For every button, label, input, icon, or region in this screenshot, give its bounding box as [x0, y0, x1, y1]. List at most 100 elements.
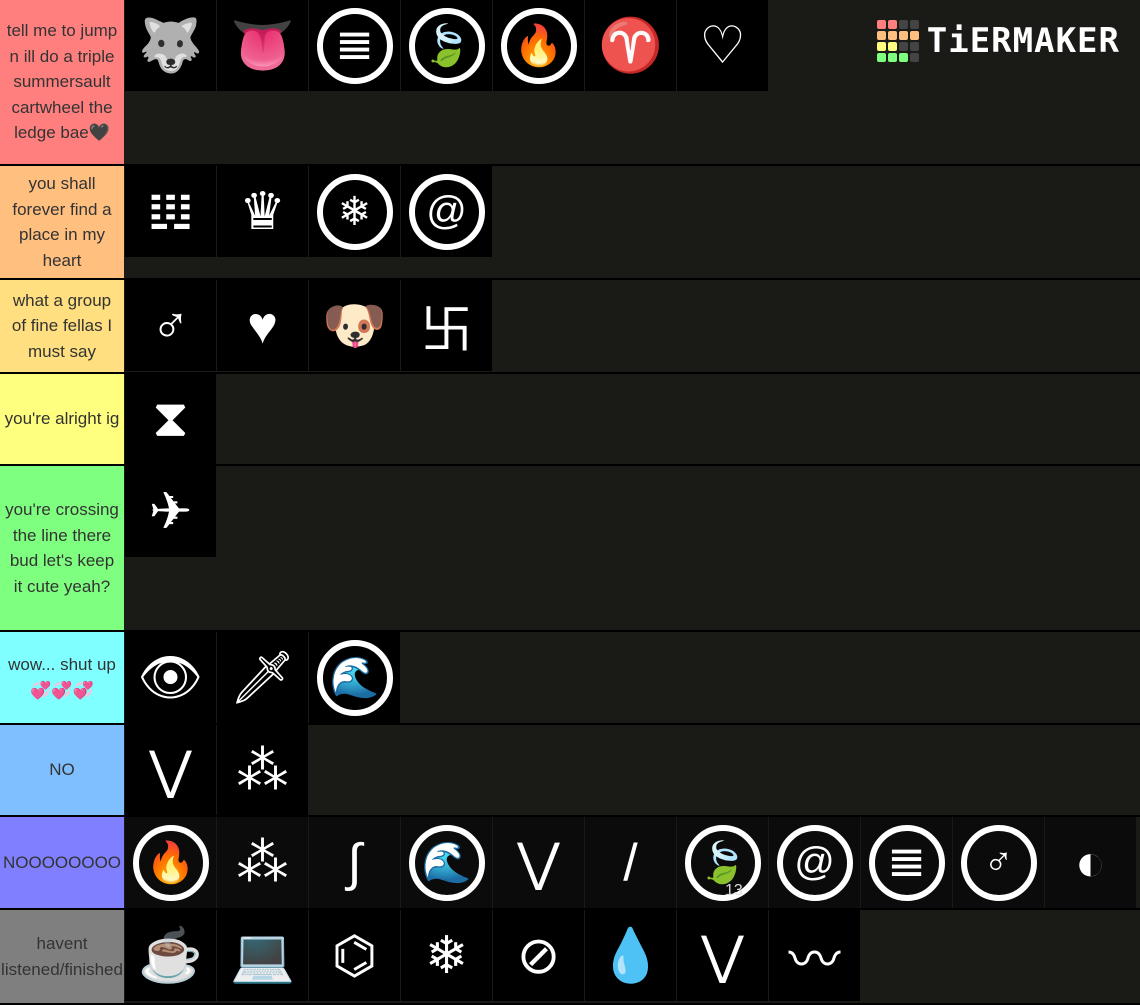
laptop-hearts-icon: 💻 [230, 927, 295, 985]
tier-item[interactable]: ♂ [125, 280, 216, 371]
tier-item[interactable]: ⋁ [677, 910, 768, 1001]
tier-label[interactable]: you're crossing the line there bud let's… [0, 466, 124, 630]
tier-row: wow... shut up💞💞💞 👁 🗡 🌊 [0, 632, 1140, 723]
tier-items: ✈ [125, 466, 1140, 630]
tier-item[interactable]: ♂ [953, 817, 1044, 908]
tier-item[interactable]: ♛ [217, 166, 308, 257]
tier-item[interactable]: 🐺 [125, 0, 216, 91]
tier-item[interactable]: ∫ [309, 817, 400, 908]
tier-label[interactable]: you're alright ig [0, 374, 124, 464]
tier-item[interactable]: 🔥 [493, 0, 584, 91]
tier-label[interactable]: NO [0, 725, 124, 815]
crown-icon: ♛ [239, 182, 286, 241]
tier-item[interactable]: 🍃 13 [677, 817, 768, 908]
male-circle-album-icon: ♂ [960, 824, 1037, 901]
purple-horns-icon: ⋁ [701, 926, 744, 985]
wave-circle-album-icon: 🌊 [408, 824, 485, 901]
tier-items: ⋁ ⁂ [125, 725, 1140, 816]
eye-icon: 👁 [137, 649, 204, 707]
grey-horns-icon: ⋁ [149, 741, 192, 800]
tier-item[interactable]: @ [769, 817, 860, 908]
tier-item[interactable]: 🐶 [309, 280, 400, 371]
tier-row: you shall forever find a place in my hea… [0, 166, 1140, 278]
tier-item[interactable]: ✈ [125, 466, 216, 557]
tier-item[interactable]: 𝌆 [309, 0, 400, 91]
tier-item[interactable]: @ [401, 166, 492, 257]
tier-item[interactable]: 🌊 [309, 632, 400, 723]
tiermaker-logo: TiERMAKER [876, 20, 1120, 62]
tier-item[interactable]: ❄ [401, 910, 492, 1001]
tier-item[interactable]: 𝌆 [861, 817, 952, 908]
tier-item[interactable]: 🌊 [401, 817, 492, 908]
tier-row: havent listened/finished ☕ 💻 ⌬ ❄ ⊘ 💧 ⋁ 〰 [0, 910, 1140, 1003]
tier-item[interactable]: ⋁ [493, 817, 584, 908]
tier-item[interactable]: ♈ [585, 0, 676, 91]
red-horns-album-icon: ⋁ [517, 833, 560, 892]
leaf-circle-icon: 🍃 [408, 7, 485, 84]
tier-row: you're crossing the line there bud let's… [0, 466, 1140, 630]
tier-label[interactable]: you shall forever find a place in my hea… [0, 166, 124, 278]
fanged-mouth-tongue-icon: 👅 [230, 17, 295, 75]
brain-molecule-icon: ⌬ [331, 926, 378, 985]
needle-thread-icon: ∫ [347, 833, 362, 892]
jagged-teeth-icon: ⁂ [236, 741, 289, 800]
flame-circle-icon: 🔥 [500, 7, 577, 84]
tier-row: NO ⋁ ⁂ [0, 725, 1140, 816]
tier-item[interactable]: ⌬ [309, 910, 400, 1001]
hourglass-icon: ⧗ [152, 390, 189, 448]
tier-item[interactable]: / [585, 817, 676, 908]
tier-item[interactable]: ⧗ [125, 374, 216, 465]
fangs-circle-icon: 𝌆 [316, 7, 393, 84]
tier-item[interactable]: ⋁ [125, 725, 216, 816]
tier-item[interactable]: 𝍕 [125, 166, 216, 257]
needle-album-icon: / [623, 833, 638, 892]
tier-item[interactable]: 🔥 [125, 817, 216, 908]
tier-item[interactable]: ♥ [217, 280, 308, 371]
tier-item[interactable]: 👁 [125, 632, 216, 723]
fangs-circle-album-icon: 𝌆 [868, 824, 945, 901]
water-drop-circle-icon: 💧 [598, 927, 663, 985]
tier-items: 👁 🗡 🌊 [125, 632, 1140, 723]
tier-item[interactable]: ⁂ [217, 817, 308, 908]
tier-row: you're alright ig ⧗ [0, 374, 1140, 465]
tier-item[interactable]: ♡ [677, 0, 768, 91]
tier-item[interactable]: ❄ [309, 166, 400, 257]
logo-grid-icon [876, 20, 919, 62]
tier-item[interactable]: ◐ [1045, 817, 1136, 908]
pizza-heart-icon: ♡ [699, 16, 746, 75]
vampire-fangs-icon: 𝍕 [147, 182, 194, 241]
tier-item[interactable]: 卐 [401, 280, 492, 371]
crossed-eye-icon: ⊘ [516, 926, 561, 985]
rainbow-airplane-icon: ✈ [148, 482, 193, 541]
tier-label[interactable]: what a group of fine fellas I must say [0, 280, 124, 372]
spiral-circle-album-icon: @ [776, 824, 853, 901]
tier-label[interactable]: tell me to jump n ill do a triple summer… [0, 0, 124, 164]
tier-label[interactable]: wow... shut up💞💞💞 [0, 632, 124, 723]
howling-wolf-icon: 🐺 [138, 17, 203, 75]
logo-text: TiERMAKER [926, 21, 1120, 61]
tier-item[interactable]: ⁂ [217, 725, 308, 816]
tier-board: tell me to jump n ill do a triple summer… [0, 0, 1140, 1005]
tier-row: what a group of fine fellas I must say ♂ ♥… [0, 280, 1140, 372]
tier-item[interactable]: 💻 [217, 910, 308, 1001]
tier-item[interactable]: ⊘ [493, 910, 584, 1001]
tier-item[interactable]: ☕ [125, 910, 216, 1001]
item-number: 13 [725, 882, 743, 899]
wave-circle-icon: 🌊 [316, 639, 393, 716]
tier-item[interactable]: 🍃 [401, 0, 492, 91]
tier-label[interactable]: NOOOOOOOO [0, 817, 124, 908]
tier-items: 🔥 ⁂ ∫ 🌊 ⋁ / 🍃 13 @ 𝌆 ♂ ◐ [125, 817, 1140, 908]
tier-item[interactable]: 〰 [769, 910, 860, 1001]
tier-items: ⧗ [125, 374, 1140, 465]
tier-items: 𝍕 ♛ ❄ @ [125, 166, 1140, 278]
tier-items: ☕ 💻 ⌬ ❄ ⊘ 💧 ⋁ 〰 [125, 910, 1140, 1003]
tier-item[interactable]: 🗡 [217, 632, 308, 723]
sword-circle-icon: 🗡 [229, 649, 296, 707]
tier-item[interactable]: 👅 [217, 0, 308, 91]
tier-label[interactable]: havent listened/finished [0, 910, 124, 1003]
tier-item[interactable]: 💧 [585, 910, 676, 1001]
coffee-heart-mug-icon: ☕ [138, 927, 203, 985]
heartbeat-heart-icon: ♥ [247, 296, 278, 355]
flame-circle-album-icon: 🔥 [132, 824, 209, 901]
leaf-circle-album-icon: 🍃 [684, 824, 761, 901]
